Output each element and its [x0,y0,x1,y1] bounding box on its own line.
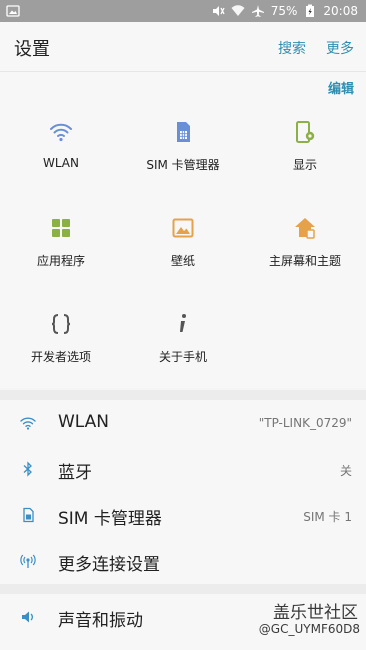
app-header: 设置 搜索 更多 [0,22,366,72]
quick-item-label: 壁纸 [170,254,195,268]
quick-settings-panel: 编辑 WLAN SIM 卡管理器 显示 应用程序 壁纸 主屏幕和主题 开发者选项… [0,72,366,388]
more-connections-icon [20,554,36,568]
quick-item-apps[interactable]: 应用程序 [0,206,122,286]
list-item-more-connections[interactable]: 更多连接设置 [0,538,366,584]
quick-item-label: SIM 卡管理器 [146,158,220,172]
list-item-label: 声音和振动 [58,611,143,631]
edit-button[interactable]: 编辑 [328,78,354,97]
list-item-label: 蓝牙 [58,463,92,483]
battery-percentage: 75% [270,4,298,18]
developer-braces-icon [51,314,71,334]
quick-item-label: 关于手机 [158,350,207,364]
page-title: 设置 [14,39,50,60]
more-button[interactable]: 更多 [326,38,354,58]
section-divider [0,390,366,400]
image-icon [6,5,20,17]
watermark-user: @GC_UYMF60D8 [258,622,360,636]
bluetooth-icon [23,461,32,477]
quick-item-home-theme[interactable]: 主屏幕和主题 [244,206,366,286]
volume-icon [22,611,33,623]
sim-card-icon [23,507,34,523]
list-item-label: 更多连接设置 [58,555,160,575]
quick-item-label: WLAN [42,156,79,170]
quick-item-about-phone[interactable]: 关于手机 [122,302,244,382]
clock: 20:08 [323,4,358,18]
list-item-wlan[interactable]: WLAN "TP-LINK_0729" [0,400,366,446]
wifi-icon [50,123,72,142]
quick-item-label: 应用程序 [36,254,85,268]
list-item-sim-manager[interactable]: SIM 卡管理器 SIM 卡 1 [0,492,366,538]
quick-item-wlan[interactable]: WLAN [0,110,122,190]
list-item-value: 关 [339,464,352,478]
wallpaper-icon [172,218,194,238]
home-theme-icon [295,218,315,239]
quick-item-sim-manager[interactable]: SIM 卡管理器 [122,110,244,190]
quick-item-label: 主屏幕和主题 [268,254,341,268]
quick-item-developer-options[interactable]: 开发者选项 [0,302,122,382]
wifi-icon [231,5,245,16]
list-item-label: SIM 卡管理器 [58,509,162,529]
wifi-icon [20,417,36,430]
quick-item-label: 开发者选项 [30,350,91,364]
list-item-value: "TP-LINK_0729" [258,416,352,430]
battery-charging-icon [306,4,315,17]
section-divider [0,584,366,594]
airplane-icon [251,5,264,17]
quick-item-label: 显示 [292,158,317,172]
quick-item-display[interactable]: 显示 [244,110,366,190]
quick-item-wallpaper[interactable]: 壁纸 [122,206,244,286]
list-item-bluetooth[interactable]: 蓝牙 关 [0,446,366,492]
display-icon [296,121,315,143]
search-button[interactable]: 搜索 [278,38,306,58]
watermark-title: 盖乐世社区 [273,603,358,623]
mute-icon [212,6,225,16]
list-item-value: SIM 卡 1 [303,510,352,524]
status-bar: 75% 20:08 [0,0,366,22]
apps-grid-icon [52,219,70,237]
info-icon [180,314,186,332]
list-item-label: WLAN [58,412,110,432]
sim-card-icon [177,122,190,142]
